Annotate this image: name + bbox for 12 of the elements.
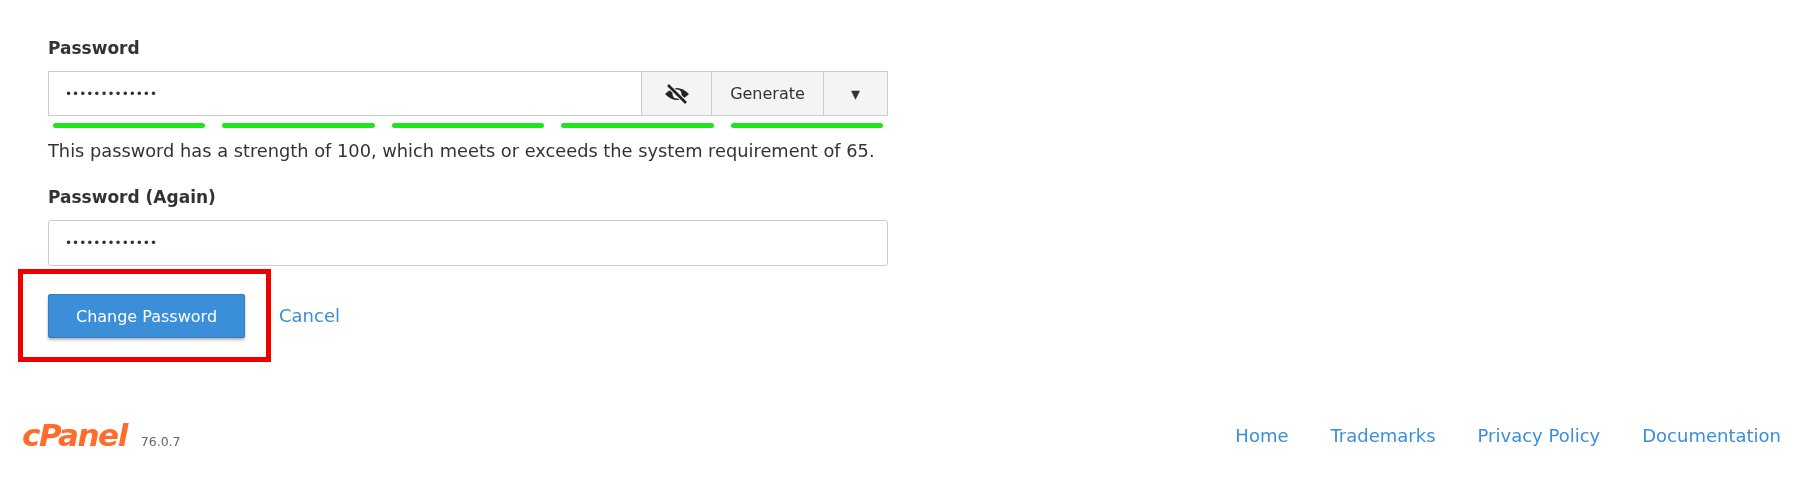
field-label: Password (Again) (48, 187, 217, 209)
strength-message: This password has a strength of 100, which meets or exceeds the system requirement of 65. (48, 140, 876, 161)
cancel-link[interactable]: Cancel (279, 305, 340, 326)
version-text: 76.0.7 (140, 434, 181, 449)
password-again-field[interactable]: ••••••••••••• (48, 220, 888, 266)
cpanel-logo[interactable]: cPanel (22, 417, 127, 453)
change-password-button[interactable]: Change Password (48, 294, 245, 338)
footer-link[interactable]: Documentation (1642, 424, 1781, 446)
footer-link[interactable]: Privacy Policy (1477, 424, 1601, 446)
field-label: Password (48, 38, 141, 60)
footer-link[interactable]: Trademarks (1330, 424, 1436, 446)
footer-link[interactable]: Home (1235, 424, 1289, 446)
